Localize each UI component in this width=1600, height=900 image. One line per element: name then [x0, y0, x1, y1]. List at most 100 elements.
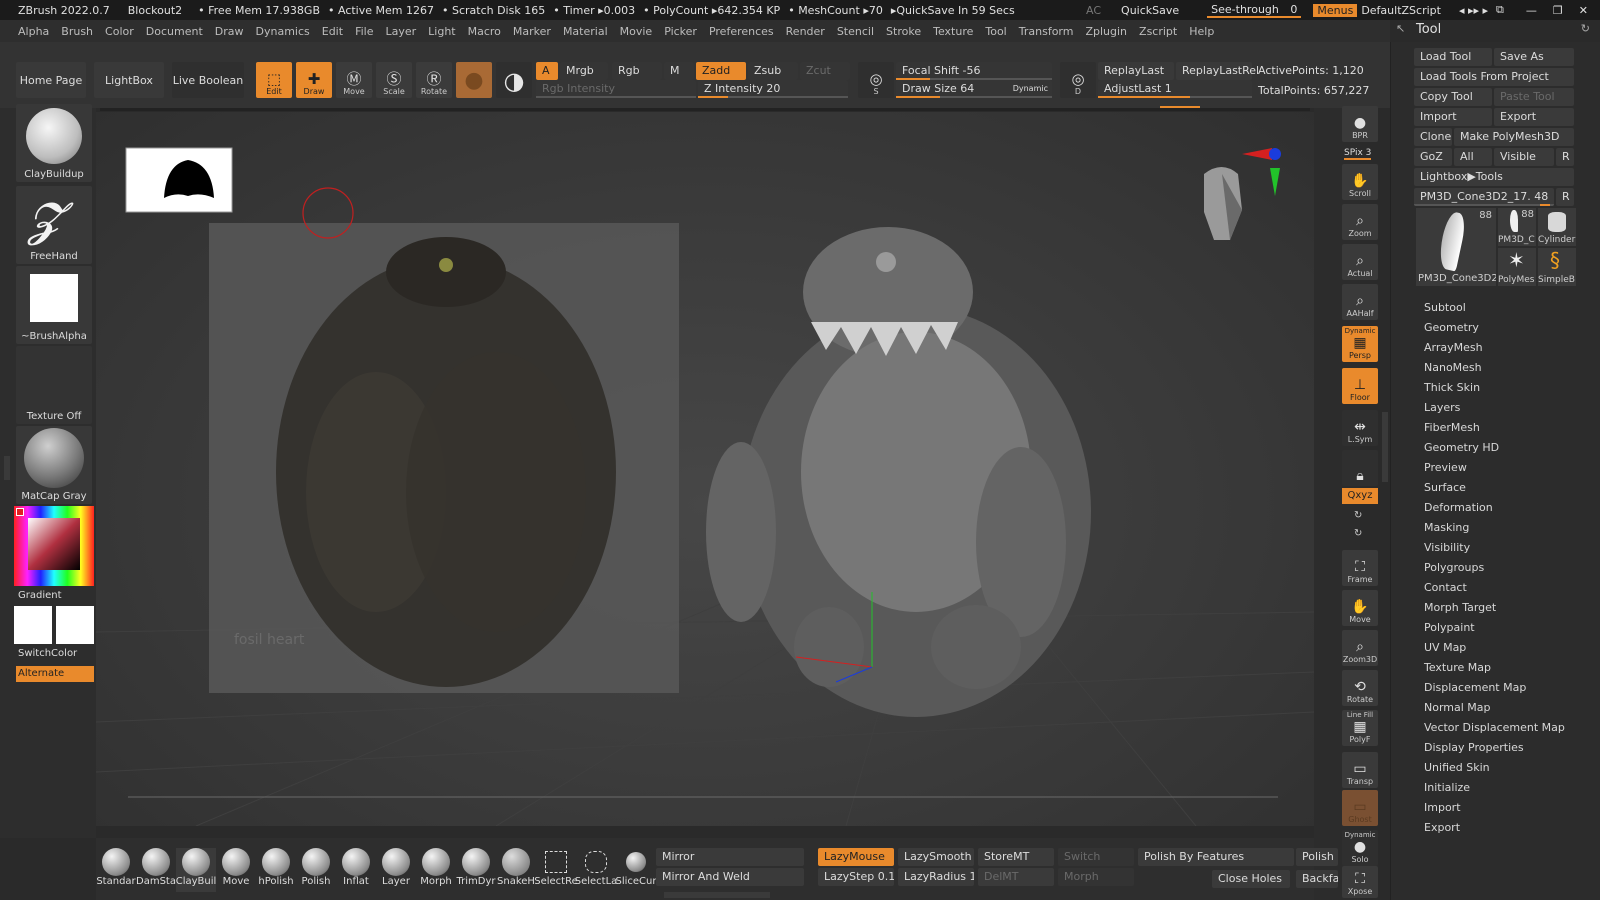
brush-standard[interactable]: Standar — [96, 848, 136, 892]
main-color-swatch[interactable] — [14, 606, 52, 644]
mrgb-toggle[interactable]: Mrgb — [560, 62, 608, 80]
rgb-intensity-slider[interactable]: Rgb Intensity — [536, 80, 696, 98]
gradient-label[interactable]: Gradient — [18, 590, 62, 601]
subpalette-visibility[interactable]: Visibility — [1424, 538, 1470, 558]
draw-mode-button[interactable]: ✚ Draw — [296, 62, 332, 98]
goz-visible-button[interactable]: Visible — [1494, 148, 1554, 166]
bpr-button[interactable]: ● BPR — [1342, 106, 1378, 142]
menu-color[interactable]: Color — [99, 25, 140, 38]
subpalette-polygroups[interactable]: Polygroups — [1424, 558, 1484, 578]
goz-r-button[interactable]: R — [1556, 148, 1574, 166]
menu-marker[interactable]: Marker — [507, 25, 557, 38]
brush-slicecurve[interactable]: SliceCur — [616, 848, 657, 892]
paste-tool-button[interactable]: Paste Tool — [1494, 88, 1574, 106]
subpalette-geometry[interactable]: Geometry — [1424, 318, 1479, 338]
subpalette-masking[interactable]: Masking — [1424, 518, 1469, 538]
layout-icon[interactable]: ⧉ — [1492, 3, 1508, 17]
tool-thumb-main[interactable]: 88 PM3D_Cone3D2 — [1416, 208, 1496, 286]
material-selector[interactable]: MatCap Gray — [16, 426, 92, 504]
storemt-button[interactable]: StoreMT — [978, 848, 1054, 866]
brush-damstandard[interactable]: DamSta — [136, 848, 176, 892]
m-toggle[interactable]: M — [664, 62, 694, 80]
load-tool-button[interactable]: Load Tool — [1414, 48, 1492, 66]
subpalette-deformation[interactable]: Deformation — [1424, 498, 1493, 518]
brush-claybuildup[interactable]: ClayBuil — [176, 848, 216, 892]
subpalette-export[interactable]: Export — [1424, 818, 1460, 838]
menu-preferences[interactable]: Preferences — [703, 25, 780, 38]
subpalette-arraymesh[interactable]: ArrayMesh — [1424, 338, 1483, 358]
color-sphere-button[interactable]: ◑ — [496, 62, 532, 98]
a-toggle[interactable]: A — [536, 62, 558, 80]
move-view-button[interactable]: ✋ Move — [1342, 590, 1378, 626]
menu-picker[interactable]: Picker — [658, 25, 703, 38]
subpalette-displacement-map[interactable]: Displacement Map — [1424, 678, 1526, 698]
color-picker[interactable] — [14, 506, 94, 586]
subpalette-morph-target[interactable]: Morph Target — [1424, 598, 1496, 618]
stroke-selector[interactable]: 𝓩 FreeHand — [16, 186, 92, 264]
menu-zplugin[interactable]: Zplugin — [1079, 25, 1133, 38]
subpalette-unified-skin[interactable]: Unified Skin — [1424, 758, 1490, 778]
brush-trimdynamic[interactable]: TrimDyr — [456, 848, 496, 892]
lightbox-button[interactable]: LightBox — [94, 62, 164, 98]
menu-movie[interactable]: Movie — [614, 25, 659, 38]
scale-mode-button[interactable]: Ⓢ Scale — [376, 62, 412, 98]
current-tool-r-button[interactable]: R — [1556, 188, 1574, 206]
persp-button[interactable]: Dynamic ▦ Persp — [1342, 326, 1378, 362]
brush-selectrect[interactable]: SelectRe — [534, 848, 578, 892]
brush-hpolish[interactable]: hPolish — [256, 848, 296, 892]
subpalette-uv-map[interactable]: UV Map — [1424, 638, 1466, 658]
subpalette-preview[interactable]: Preview — [1424, 458, 1467, 478]
rgb-toggle[interactable]: Rgb — [612, 62, 662, 80]
edit-mode-button[interactable]: ⬚ Edit — [256, 62, 292, 98]
tool-thumb-3[interactable]: Cylinder — [1538, 208, 1576, 246]
actual-button[interactable]: ⌕ Actual — [1342, 244, 1378, 280]
xpose-button[interactable]: ⛶ Xpose — [1342, 866, 1378, 898]
lock-button[interactable]: 🔒︎ — [1342, 450, 1378, 486]
transp-button[interactable]: ▭ Transp — [1342, 752, 1378, 788]
texture-selector[interactable]: Texture Off — [16, 346, 92, 424]
subpalette-nanomesh[interactable]: NanoMesh — [1424, 358, 1482, 378]
subpalette-polypaint[interactable]: Polypaint — [1424, 618, 1475, 638]
brush-snakehook[interactable]: SnakeH — [496, 848, 536, 892]
subpalette-fibermesh[interactable]: FiberMesh — [1424, 418, 1480, 438]
zsub-toggle[interactable]: Zsub — [748, 62, 798, 80]
menu-texture[interactable]: Texture — [927, 25, 979, 38]
menu-stroke[interactable]: Stroke — [880, 25, 927, 38]
tool-thumb-5[interactable]: § SimpleB — [1538, 248, 1576, 286]
lazysmooth-slider[interactable]: LazySmooth 0 — [898, 848, 974, 866]
subpalette-thick-skin[interactable]: Thick Skin — [1424, 378, 1480, 398]
focal-shift-slider[interactable]: Focal Shift -56 — [896, 62, 1052, 80]
menu-dynamics[interactable]: Dynamics — [250, 25, 316, 38]
subpalette-normal-map[interactable]: Normal Map — [1424, 698, 1491, 718]
brush-inflate[interactable]: Inflat — [336, 848, 376, 892]
alternate-button[interactable]: Alternate — [16, 666, 94, 682]
rotate-mode-button[interactable]: Ⓡ Rotate — [416, 62, 452, 98]
menu-transform[interactable]: Transform — [1013, 25, 1080, 38]
polish-slider[interactable]: Polish — [1296, 848, 1338, 866]
right-collapse-handle[interactable] — [1382, 412, 1388, 482]
material-swatch-button[interactable]: ● — [456, 62, 492, 98]
brush-move[interactable]: Move — [216, 848, 256, 892]
clone-button[interactable]: Clone — [1414, 128, 1452, 146]
minimize-icon[interactable]: — — [1522, 4, 1541, 17]
menu-brush[interactable]: Brush — [55, 25, 99, 38]
menu-help[interactable]: Help — [1183, 25, 1220, 38]
menu-file[interactable]: File — [349, 25, 379, 38]
menu-material[interactable]: Material — [557, 25, 614, 38]
move-mode-button[interactable]: Ⓜ Move — [336, 62, 372, 98]
subpalette-initialize[interactable]: Initialize — [1424, 778, 1470, 798]
menu-tool[interactable]: Tool — [979, 25, 1012, 38]
rotate-view-button[interactable]: ⟲ Rotate — [1342, 670, 1378, 706]
backface-button[interactable]: Backfac — [1296, 870, 1338, 888]
replay-d-button[interactable]: ◎ D — [1060, 62, 1096, 98]
draw-size-slider[interactable]: Draw Size 64 Dynamic — [896, 80, 1052, 98]
brush-layer[interactable]: Layer — [376, 848, 416, 892]
polyf-button[interactable]: Line Fill ▦ PolyF — [1342, 710, 1378, 746]
menu-edit[interactable]: Edit — [316, 25, 349, 38]
menu-draw[interactable]: Draw — [209, 25, 250, 38]
canvas-viewport[interactable]: fosil heart — [96, 112, 1314, 826]
menu-document[interactable]: Document — [140, 25, 209, 38]
alpha-selector[interactable]: ~BrushAlpha — [16, 266, 92, 344]
ac-label[interactable]: AC — [1082, 4, 1105, 17]
seethrough-slider[interactable]: See-through 0 — [1207, 3, 1302, 18]
